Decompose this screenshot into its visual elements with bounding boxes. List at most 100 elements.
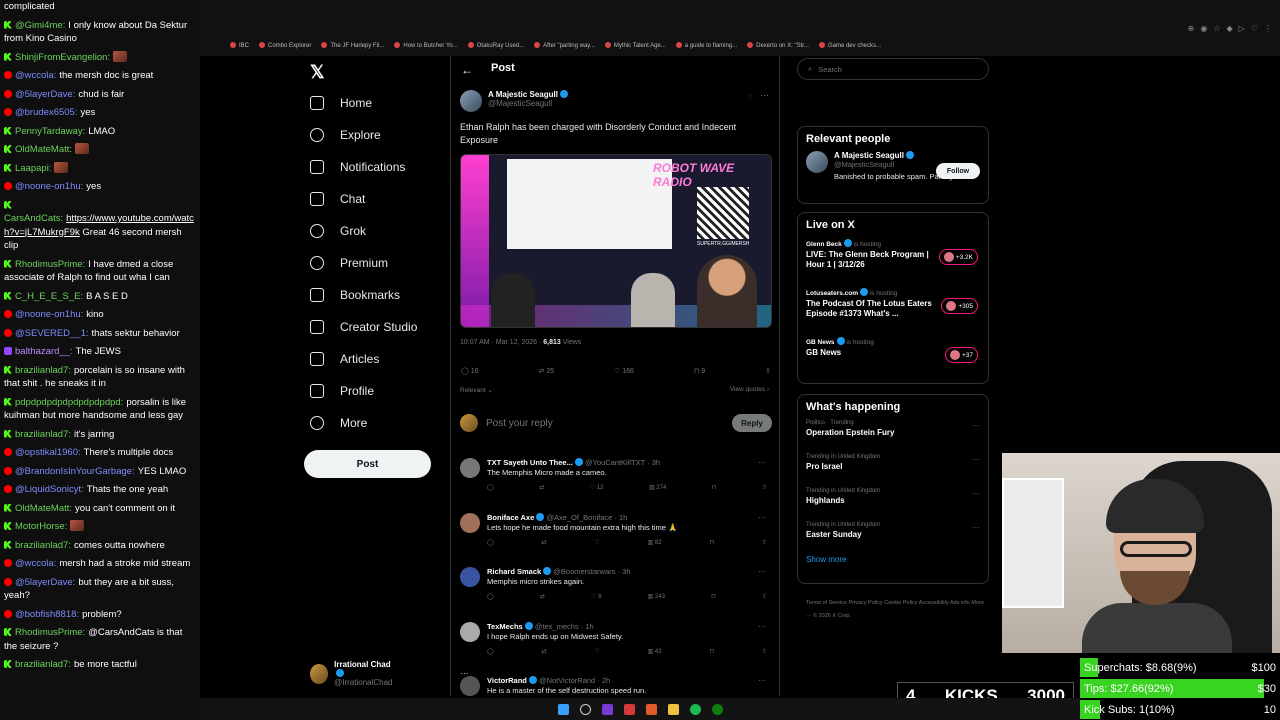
nav-item-creator-studio[interactable]: Creator Studio	[310, 320, 417, 334]
bookmark-action[interactable]: ⊓ 9	[694, 367, 705, 375]
bookmark-item[interactable]: How to Butcher Yo...	[394, 42, 457, 49]
reply-post[interactable]: VictorRand @NotVictorRand · 2h ··· He is a…	[460, 674, 772, 696]
nav-item-more[interactable]: More	[310, 416, 367, 430]
nav-item-premium[interactable]: Premium	[310, 256, 388, 270]
bookmark-item[interactable]: Mythic Talent Age...	[605, 42, 666, 49]
views-action[interactable]: ▥ 82	[648, 539, 662, 546]
x-logo[interactable]: 𝕏	[310, 62, 325, 83]
repost-action[interactable]: ⇄ 25	[539, 367, 555, 375]
windows-start-icon[interactable]	[557, 703, 569, 715]
post-image[interactable]: ROBOT WAVE RADIO SUPERTR.GG/MERSH	[460, 154, 772, 328]
share-icon[interactable]: ⇧	[762, 648, 767, 655]
grok-icon[interactable]: ◌	[748, 91, 753, 101]
post-button[interactable]: Post	[304, 450, 431, 478]
reply-icon[interactable]: ◯	[487, 484, 494, 491]
reply-icon[interactable]: ◯	[487, 539, 494, 546]
follow-button[interactable]: Follow	[936, 163, 980, 179]
share-icon[interactable]: ⇧	[765, 367, 771, 375]
play-icon[interactable]: ▷	[1239, 24, 1245, 33]
back-arrow-icon[interactable]: ←	[461, 63, 473, 77]
like-action[interactable]: ♡	[594, 648, 599, 655]
reply-post[interactable]: Richard Smack @Boomerstarwars · 3h ··· Mem…	[460, 565, 772, 619]
browser-icon[interactable]	[645, 703, 657, 715]
zoom-icon[interactable]: ⊕	[1188, 24, 1195, 33]
more-icon[interactable]: ···	[758, 622, 766, 631]
views-action[interactable]: ▥ 243	[648, 593, 665, 600]
show-more-link[interactable]: Show more	[798, 553, 988, 566]
nav-item-notifications[interactable]: Notifications	[310, 160, 405, 174]
bookmark-item[interactable]: OtakuRay Used...	[468, 42, 524, 49]
reply-post[interactable]: TXT Sayeth Unto Thee... @YouCantKillTXT …	[460, 456, 772, 510]
sort-dropdown[interactable]: Relevant ⌄	[460, 386, 493, 394]
trend-item[interactable]: Trending in United Kingdom Easter Sunday ·…	[798, 519, 988, 553]
folder-icon[interactable]	[667, 703, 679, 715]
reply-icon[interactable]: ◯	[487, 648, 494, 655]
more-icon[interactable]: ···	[758, 458, 766, 467]
nav-item-profile[interactable]: Profile	[310, 384, 374, 398]
menu-icon[interactable]: ⋮	[1264, 24, 1272, 33]
bookmark-item[interactable]: After "parting way...	[534, 42, 595, 49]
post-author[interactable]: A Majestic Seagull @MajesticSeagull	[460, 90, 568, 112]
more-icon[interactable]: ···	[758, 513, 766, 522]
nav-item-grok[interactable]: Grok	[310, 224, 366, 238]
more-icon[interactable]: ···	[972, 455, 980, 464]
extension-icon[interactable]: ◉	[1200, 24, 1207, 33]
repost-icon[interactable]: ⇄	[542, 648, 547, 655]
views-action[interactable]: ▥ 274	[649, 484, 666, 491]
reply-post[interactable]: TexMechs @tex_mechs · 1h ··· I hope Ralph …	[460, 620, 772, 674]
trend-item[interactable]: Trending in United Kingdom Highlands ···	[798, 485, 988, 519]
like-action[interactable]: ♡ 6	[591, 593, 601, 600]
bookmark-item[interactable]: a guide to flaming...	[676, 42, 737, 49]
shield-icon[interactable]: ◆	[1227, 24, 1233, 33]
bookmark-item[interactable]: Combo Explorer	[259, 42, 311, 49]
share-icon[interactable]: ⇧	[762, 539, 767, 546]
live-item[interactable]: GB News is hosting GB News +37	[798, 333, 988, 382]
like-action[interactable]: ♡ 166	[614, 367, 634, 375]
discord-icon[interactable]	[601, 703, 613, 715]
footer-links[interactable]: Terms of Service Privacy Policy Cookie P…	[806, 597, 986, 623]
search-icon[interactable]	[579, 703, 591, 715]
more-icon[interactable]: ···	[758, 567, 766, 576]
trend-item[interactable]: Politics · Trending Operation Epstein Fur…	[798, 417, 988, 451]
nav-item-explore[interactable]: Explore	[310, 128, 381, 142]
share-icon[interactable]: ⇧	[762, 484, 767, 491]
nav-item-articles[interactable]: Articles	[310, 352, 379, 366]
reply-icon[interactable]: ◯	[487, 593, 494, 600]
obs-icon[interactable]	[623, 703, 635, 715]
like-action[interactable]: ♡ 12	[590, 484, 604, 491]
like-action[interactable]: ♡	[594, 539, 599, 546]
more-icon[interactable]: ···	[760, 90, 769, 100]
repost-icon[interactable]: ⇄	[539, 484, 544, 491]
share-icon[interactable]: ⇧	[762, 593, 767, 600]
reply-input[interactable]: Post your reply	[486, 418, 724, 429]
nav-item-bookmarks[interactable]: Bookmarks	[310, 288, 400, 302]
repost-icon[interactable]: ⇄	[540, 593, 545, 600]
view-quotes-link[interactable]: View quotes ›	[730, 386, 769, 393]
more-icon[interactable]: ···	[972, 421, 980, 430]
reply-action[interactable]: ◯ 16	[461, 367, 479, 375]
search-input[interactable]: ⌕ Search	[797, 58, 989, 80]
nav-item-chat[interactable]: Chat	[310, 192, 365, 206]
reply-post[interactable]: Boniface Axe @Axe_Of_Boniface · 1h ··· Let…	[460, 511, 772, 565]
views-action[interactable]: ▥ 43	[648, 648, 662, 655]
nav-item-home[interactable]: Home	[310, 96, 372, 110]
bookmark-icon[interactable]: ⊓	[712, 484, 717, 491]
repost-icon[interactable]: ⇄	[542, 539, 547, 546]
trend-item[interactable]: Trending in United Kingdom Pro Israel ···	[798, 451, 988, 485]
bookmark-item[interactable]: Dexerto on X: "Str...	[747, 42, 809, 49]
account-switcher[interactable]: Irrational Chad @IrrationalChad ···	[310, 660, 468, 687]
bookmark-icon[interactable]: ⊓	[709, 539, 714, 546]
xbox-icon[interactable]	[711, 703, 723, 715]
bookmark-item[interactable]: The JF Harlepy Fil...	[321, 42, 384, 49]
bookmark-icon[interactable]: ⊓	[711, 593, 716, 600]
more-icon[interactable]: ···	[972, 523, 980, 532]
more-icon[interactable]: ···	[972, 489, 980, 498]
reply-button[interactable]: Reply	[732, 414, 772, 432]
bookmark-item[interactable]: IBC	[230, 42, 249, 49]
heart-icon[interactable]: ♡	[1251, 24, 1258, 33]
spotify-icon[interactable]	[689, 703, 701, 715]
bookmark-item[interactable]: Game dev checks...	[819, 42, 881, 49]
more-icon[interactable]: ···	[758, 676, 766, 685]
live-item[interactable]: Glenn Beck is hosting LIVE: The Glenn Bec…	[798, 235, 988, 284]
bookmark-icon[interactable]: ⊓	[709, 648, 714, 655]
